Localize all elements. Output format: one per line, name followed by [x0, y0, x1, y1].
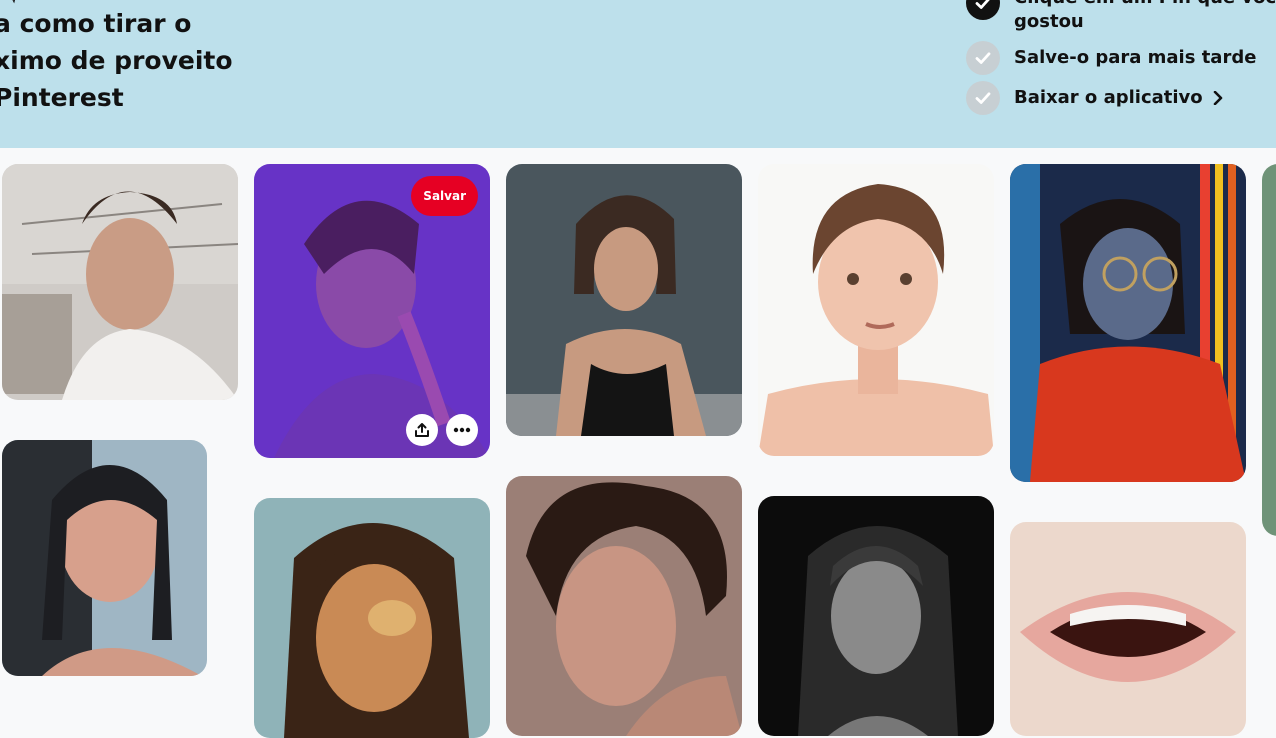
- check-pending-icon: [966, 81, 1000, 115]
- pin-card[interactable]: [2, 164, 238, 400]
- pin-image: [506, 164, 742, 436]
- share-icon: [415, 423, 429, 437]
- step-label: Baixar o aplicativo: [1014, 87, 1203, 108]
- download-app-link[interactable]: Baixar o aplicativo: [1014, 81, 1223, 115]
- check-pending-icon: [966, 41, 1000, 75]
- step-label-line: gostou: [1014, 11, 1084, 32]
- pin-image: [506, 476, 742, 736]
- step-label: Clique em um Pin que você gostou: [1014, 0, 1276, 34]
- banner-title-line: Pinterest: [0, 83, 124, 112]
- cursor-icon: [12, 0, 16, 4]
- pin-card[interactable]: [506, 476, 742, 736]
- check-done-icon: [966, 0, 1000, 20]
- step-save-later[interactable]: Salve-o para mais tarde: [966, 41, 1256, 75]
- save-button[interactable]: Salvar: [411, 176, 478, 216]
- pin-card[interactable]: [2, 440, 207, 676]
- pin-image: [2, 440, 207, 676]
- pin-card[interactable]: [758, 496, 994, 736]
- pin-image: [1010, 164, 1246, 482]
- banner-title-line: ximo de proveito: [0, 46, 233, 75]
- step-label-line: Clique em um Pin que você: [1014, 0, 1276, 10]
- pin-image: [2, 164, 238, 400]
- share-button[interactable]: [406, 414, 438, 446]
- pin-card[interactable]: [506, 164, 742, 436]
- step-click-pin[interactable]: Clique em um Pin que você gostou: [966, 0, 1276, 34]
- onboarding-banner: a como tirar o ximo de proveito Pinteres…: [0, 0, 1276, 148]
- pin-image: [758, 164, 994, 456]
- chevron-right-icon: [1213, 91, 1222, 105]
- step-download-app[interactable]: Baixar o aplicativo: [966, 81, 1223, 115]
- pin-image: [758, 496, 994, 736]
- pin-card[interactable]: [1010, 522, 1246, 736]
- pin-card[interactable]: [254, 498, 490, 738]
- pin-card[interactable]: Salvar: [254, 164, 490, 458]
- pin-image: [254, 498, 490, 738]
- pin-card[interactable]: [758, 164, 994, 456]
- more-options-button[interactable]: [446, 414, 478, 446]
- banner-title: a como tirar o ximo de proveito Pinteres…: [0, 5, 254, 116]
- banner-title-line: a como tirar o: [0, 9, 192, 38]
- more-options-icon: [453, 427, 471, 433]
- pin-card[interactable]: [1010, 164, 1246, 482]
- step-label: Salve-o para mais tarde: [1014, 47, 1257, 68]
- pin-card-partial[interactable]: [1262, 164, 1276, 536]
- pin-image: [1010, 522, 1246, 736]
